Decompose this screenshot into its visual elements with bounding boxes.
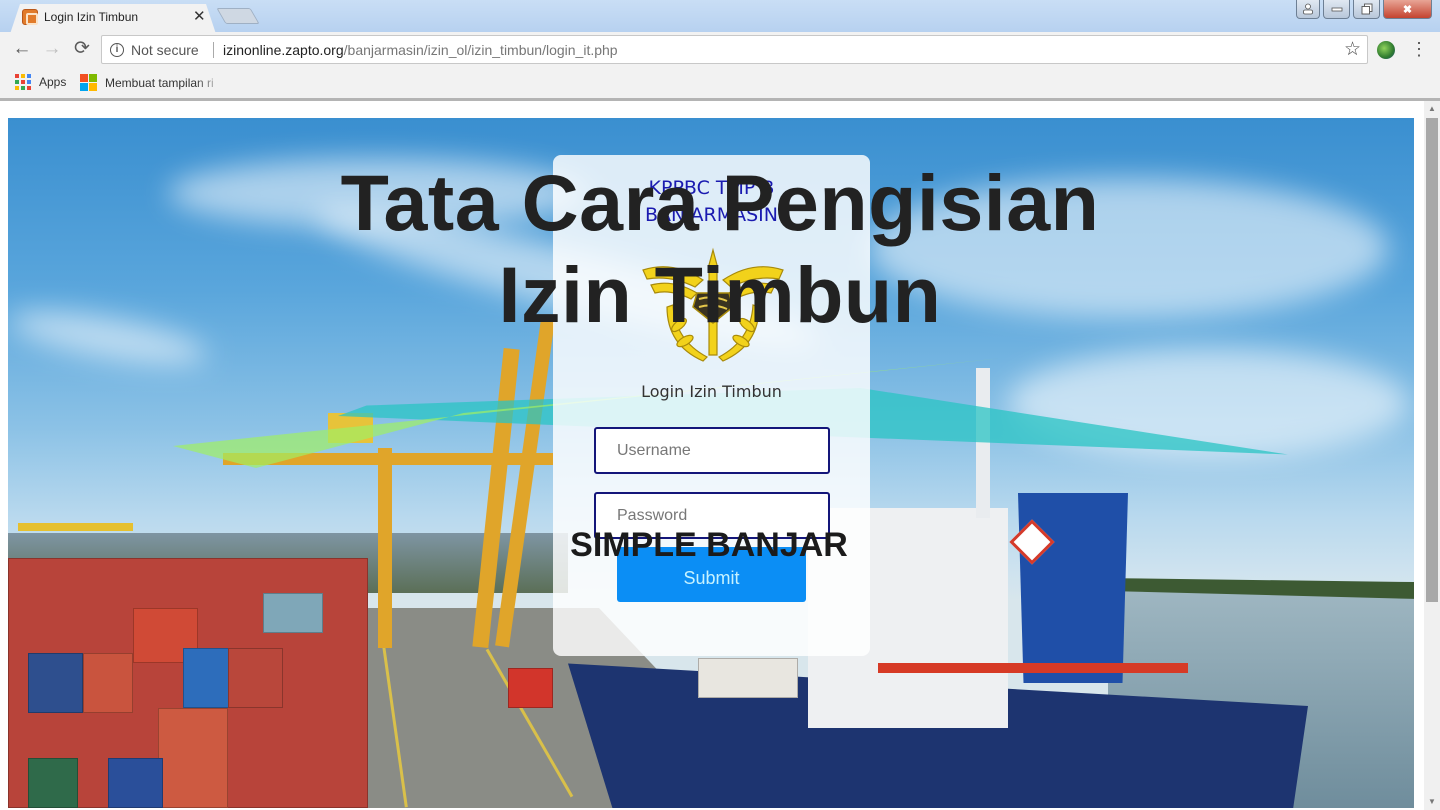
truck: [508, 668, 553, 708]
ship-mast: [976, 368, 990, 518]
info-icon[interactable]: i: [110, 43, 124, 57]
bookmark-membuat-tampilan[interactable]: Membuat tampilan ri: [80, 74, 225, 91]
bookmark-apps[interactable]: Apps: [15, 74, 66, 90]
new-tab-button[interactable]: [216, 8, 260, 24]
url-path: /banjarmasin/izin_ol/izin_timbun/login_i…: [343, 42, 618, 58]
bookmark-star-icon[interactable]: ☆: [1344, 38, 1361, 61]
minimize-icon[interactable]: [1323, 0, 1350, 19]
bookmark-label: Apps: [39, 75, 67, 89]
microsoft-logo-icon: [80, 74, 97, 91]
browser-titlebar: Login Izin Timbun ✕ ✖: [0, 0, 1440, 34]
close-icon: ✖: [1402, 3, 1413, 16]
username-input[interactable]: [594, 427, 830, 474]
user-icon[interactable]: [1296, 0, 1320, 19]
page-scrollbar[interactable]: ▲ ▼: [1424, 101, 1440, 810]
deck-cargo: [698, 658, 798, 698]
login-heading: Login Izin Timbun: [641, 382, 782, 401]
forward-arrow-icon[interactable]: →: [40, 38, 64, 62]
tab-close-icon[interactable]: ✕: [193, 7, 206, 25]
close-window-button[interactable]: ✖: [1383, 0, 1432, 19]
bookmarks-bar: Apps Membuat tampilan ri: [0, 68, 1440, 98]
overlay-subtitle: SIMPLE BANJAR: [570, 526, 848, 564]
overlay-title: Tata Cara Pengisian Izin Timbun: [0, 157, 1440, 341]
reload-icon[interactable]: ⟳: [70, 38, 94, 62]
container: [158, 708, 228, 808]
scrollbar-thumb[interactable]: [1426, 118, 1438, 602]
url-text[interactable]: izinonline.zapto.org/banjarmasin/izin_ol…: [223, 42, 618, 58]
scroll-down-arrow-icon[interactable]: ▼: [1427, 797, 1437, 806]
browser-toolbar: ← → ⟳ i Not secure izinonline.zapto.org/…: [0, 32, 1440, 68]
apps-grid-icon: [15, 74, 31, 90]
address-bar[interactable]: i Not secure izinonline.zapto.org/banjar…: [101, 35, 1368, 64]
back-arrow-icon[interactable]: ←: [10, 38, 34, 62]
omnibox-divider: [213, 42, 214, 58]
restore-icon[interactable]: [1353, 0, 1380, 19]
extension-globe-icon[interactable]: [1377, 41, 1395, 59]
container: [28, 653, 83, 713]
overlay-title-line2: Izin Timbun: [498, 250, 942, 339]
security-status[interactable]: Not secure: [131, 42, 199, 58]
container: [183, 648, 233, 708]
ship-rail: [878, 663, 1188, 673]
tab-title: Login Izin Timbun: [44, 10, 139, 24]
bookmark-label: Membuat tampilan ri: [105, 75, 214, 90]
container: [228, 648, 283, 708]
kebab-menu-icon[interactable]: ⋮: [1410, 38, 1428, 62]
container: [28, 758, 78, 808]
scroll-up-arrow-icon[interactable]: ▲: [1427, 104, 1437, 113]
container: [263, 593, 323, 633]
overlay-title-line1: Tata Cara Pengisian: [340, 158, 1100, 247]
tab-login-izin-timbun[interactable]: Login Izin Timbun ✕: [10, 4, 216, 34]
window-controls: ✖: [1296, 0, 1432, 19]
container: [83, 653, 133, 713]
xampp-favicon-icon: [22, 9, 38, 25]
container: [108, 758, 163, 808]
url-host: izinonline.zapto.org: [223, 42, 344, 58]
